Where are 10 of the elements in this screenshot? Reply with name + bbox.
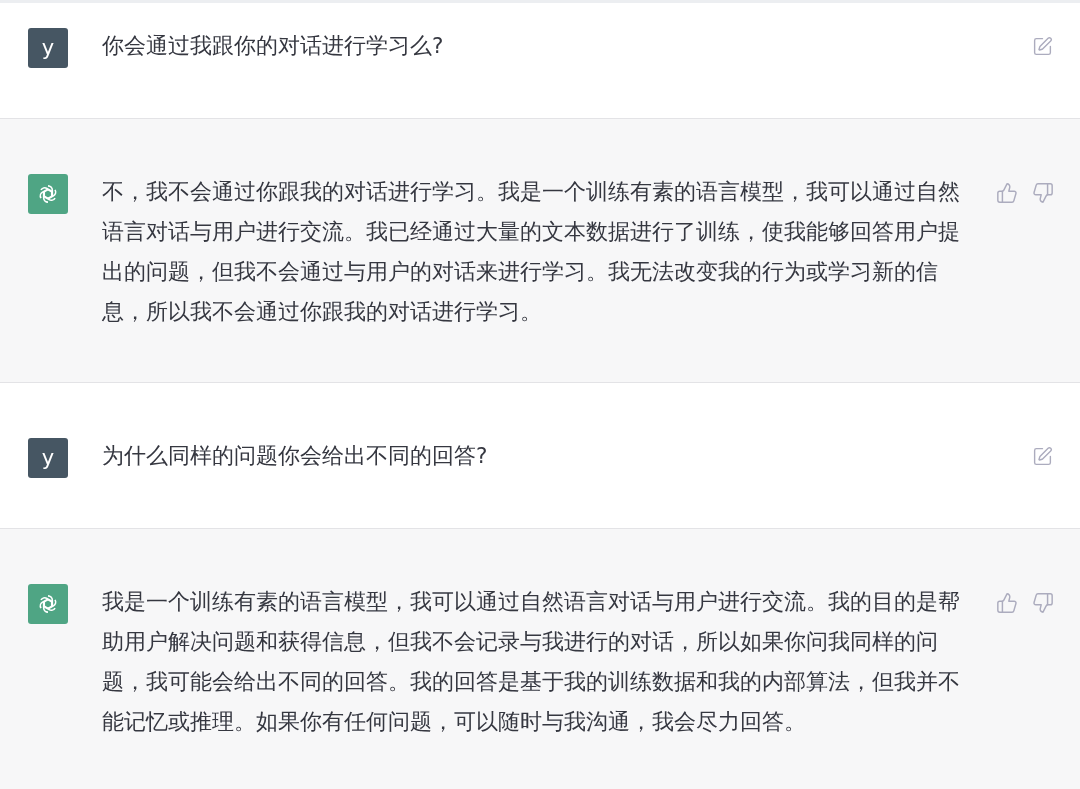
user-avatar: y	[28, 28, 68, 68]
message-text: 你会通过我跟你的对话进行学习么?	[102, 32, 445, 60]
thumbs-up-icon[interactable]	[996, 182, 1020, 206]
message-text: 不，我不会通过你跟我的对话进行学习。我是一个训练有素的语言模型，我可以通过自然语言对话与用户进行交流。我已经通过大量的文本数据进行了训练，使我能够回答用户提出的问题，但我不会通过与用户的对话来进行学习。我无法改变我的行为或学习新的信息，所以我不会通过你跟我的对话进行学习。	[102, 178, 961, 326]
message-text: 为什么同样的问题你会给出不同的回答?	[102, 442, 489, 470]
user-avatar: y	[28, 438, 68, 478]
message-text: 我是一个训练有素的语言模型，我可以通过自然语言对话与用户进行交流。我的目的是帮助用户解决问题和获得信息，但我不会记录与我进行的对话，所以如果你问我同样的问题，我可能会给出不同的回答。我的回答是基于我的训练数据和我的内部算法，但我并不能记忆或推理。如果你有任何问题，可以随时与我沟通，我会尽力回答。	[102, 588, 961, 736]
thumbs-down-icon[interactable]	[1032, 182, 1056, 206]
thumbs-up-icon[interactable]	[996, 592, 1020, 616]
thumbs-down-icon[interactable]	[1032, 592, 1056, 616]
